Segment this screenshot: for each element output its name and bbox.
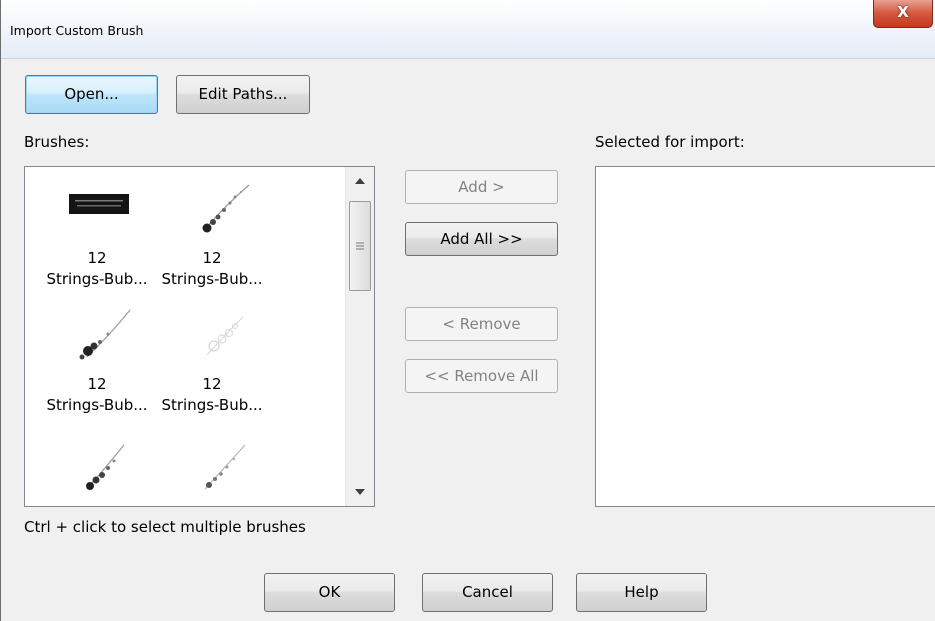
help-button[interactable]: Help [576,573,707,612]
brush-thumbnail-bubble-string-icon [42,305,152,365]
brush-list-item[interactable] [157,431,267,506]
window-title: Import Custom Brush [10,23,144,38]
brush-thumbnail-bubble-string-icon [42,431,152,491]
remove-button[interactable]: < Remove [405,307,558,341]
brush-list-item[interactable] [42,431,152,506]
brush-thumbnail-text-banner-icon [42,179,152,239]
brush-name-label: Strings-Bub... [161,270,263,288]
brush-list-item[interactable]: 12 Strings-Bub... [157,179,267,299]
scroll-up-arrow-icon[interactable] [346,167,374,195]
brush-list-item[interactable]: 12 Strings-Bub... [42,305,152,425]
brush-list-item[interactable]: 12 Strings-Bub... [157,305,267,425]
brushes-scrollbar[interactable] [345,167,374,506]
brush-size-label: 12 [202,375,222,393]
import-custom-brush-dialog: Import Custom Brush X Open... Edit Paths… [0,0,935,621]
close-button[interactable]: X [873,0,933,28]
remove-all-button[interactable]: << Remove All [405,359,558,393]
close-icon: X [897,3,909,21]
brush-list-item[interactable]: 12 Strings-Bub... [42,179,152,299]
brush-thumbnail-faint-bubbles-icon [157,305,267,365]
edit-paths-button[interactable]: Edit Paths... [176,75,310,114]
brushes-list[interactable]: 12 Strings-Bub... 12 Strings-Bub... 12 S… [24,166,375,507]
brush-size-label: 12 [202,249,222,267]
selected-for-import-list[interactable] [595,166,935,507]
selected-for-import-label: Selected for import: [595,133,745,151]
add-all-button[interactable]: Add All >> [405,222,558,256]
brush-size-label: 12 [87,249,107,267]
brush-name-label: Strings-Bub... [161,396,263,414]
brush-thumbnail-bubble-string-icon [157,431,267,491]
title-bar[interactable]: Import Custom Brush X [1,0,935,59]
brush-thumbnail-bubble-string-icon [157,179,267,239]
ok-button[interactable]: OK [264,573,395,612]
scrollbar-thumb[interactable] [349,201,371,291]
brushes-label: Brushes: [24,133,90,151]
brush-name-label: Strings-Bub... [46,270,148,288]
open-button[interactable]: Open... [25,75,158,114]
add-button[interactable]: Add > [405,170,558,204]
brush-name-label: Strings-Bub... [46,396,148,414]
scroll-down-arrow-icon[interactable] [346,478,374,506]
cancel-button[interactable]: Cancel [422,573,553,612]
multi-select-hint: Ctrl + click to select multiple brushes [24,518,306,536]
brush-size-label: 12 [87,375,107,393]
